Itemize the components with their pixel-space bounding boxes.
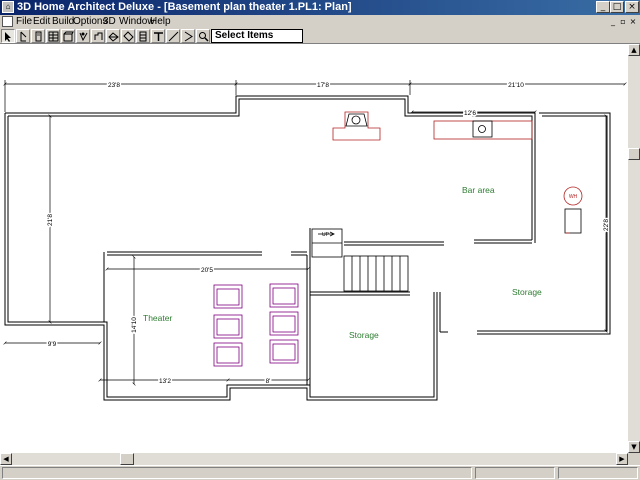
scroll-left-icon[interactable]: ◀ xyxy=(0,453,12,465)
close-icon[interactable]: × xyxy=(628,17,638,27)
menu-3d[interactable]: 3D xyxy=(103,16,116,28)
status-bar xyxy=(0,465,640,480)
menu-file[interactable]: File xyxy=(16,16,32,28)
maximize-icon[interactable]: □ xyxy=(610,1,624,13)
dim-top-right: 21'10 xyxy=(508,82,524,89)
status-field-2 xyxy=(475,467,555,479)
arrow-tool-icon[interactable] xyxy=(181,29,195,43)
menu-edit[interactable]: Edit xyxy=(33,16,50,28)
minimize-icon[interactable]: _ xyxy=(608,17,618,27)
line-tool-icon[interactable] xyxy=(166,29,180,43)
theater-seating[interactable] xyxy=(213,283,299,367)
horizontal-scrollbar[interactable]: ◀ ▶ xyxy=(0,453,628,465)
mode-indicator: Select Items xyxy=(211,29,303,43)
stairs-label: UP xyxy=(322,232,330,238)
fixture-tool-icon[interactable] xyxy=(76,29,90,43)
zoom-icon[interactable] xyxy=(196,29,210,43)
app-icon[interactable]: ⌂ xyxy=(2,1,14,13)
interior-walls xyxy=(103,228,532,385)
stairs xyxy=(311,228,409,292)
window-title: 3D Home Architect Deluxe - [Basement pla… xyxy=(17,1,352,13)
fireplace[interactable] xyxy=(332,111,381,141)
furniture-tool-icon[interactable] xyxy=(91,29,105,43)
roof-tool-icon[interactable] xyxy=(106,29,120,43)
menu-build[interactable]: Build xyxy=(52,16,74,28)
scroll-down-icon[interactable]: ▼ xyxy=(628,441,640,453)
plan-canvas[interactable]: UP 23'8 17'8 21'10 12'6 21'8 22'8 9'9 20… xyxy=(0,44,628,453)
title-bar: ⌂ 3D Home Architect Deluxe - [Basement p… xyxy=(0,0,640,15)
scroll-corner xyxy=(628,453,640,465)
toolbar: Select Items xyxy=(0,29,640,44)
dim-kitchen: 12'6 xyxy=(464,110,476,117)
dim-left-bottom: 9'9 xyxy=(48,341,57,348)
menu-help[interactable]: Help xyxy=(150,16,171,28)
kitchen-counter[interactable] xyxy=(433,120,533,140)
dim-top-left: 23'8 xyxy=(108,82,120,89)
select-arrow-icon[interactable] xyxy=(1,29,15,43)
floor-plan[interactable]: UP 23'8 17'8 21'10 12'6 21'8 22'8 9'9 20… xyxy=(0,44,628,453)
scroll-up-icon[interactable]: ▲ xyxy=(628,44,640,56)
room-label-bar: Bar area xyxy=(462,185,495,195)
document-icon[interactable] xyxy=(2,16,13,27)
wall-tool-icon[interactable] xyxy=(46,29,60,43)
restore-icon[interactable]: ▫ xyxy=(618,17,628,27)
dim-theater-width: 20'5 xyxy=(201,267,213,274)
draw-tool-icon[interactable] xyxy=(16,29,30,43)
room-label-theater: Theater xyxy=(143,313,172,323)
stairs-tool-icon[interactable] xyxy=(136,29,150,43)
menu-bar: File Edit Build Options 3D Window Help _… xyxy=(0,15,640,29)
close-icon[interactable]: × xyxy=(625,1,639,13)
cabinet-tool-icon[interactable] xyxy=(61,29,75,43)
dim-theater-bottom-right: 8' xyxy=(266,378,271,385)
dim-left-vertical: 21'8 xyxy=(47,214,54,226)
scroll-right-icon[interactable]: ▶ xyxy=(616,453,628,465)
minimize-icon[interactable]: _ xyxy=(596,1,610,13)
status-field-3 xyxy=(558,467,638,479)
room-label-storage-center: Storage xyxy=(349,330,379,340)
dim-right-vertical: 22'8 xyxy=(603,219,610,231)
water-heater-label: WH xyxy=(569,194,578,200)
text-tool-icon[interactable] xyxy=(151,29,165,43)
dim-top-mid: 17'8 xyxy=(317,82,329,89)
status-message-field xyxy=(2,467,472,479)
dim-theater-bottom-left: 13'2 xyxy=(159,378,171,385)
room-label-storage-right: Storage xyxy=(512,287,542,297)
dim-theater-depth: 14'10 xyxy=(131,317,138,333)
pointer-tool-icon[interactable] xyxy=(121,29,135,43)
horizontal-scroll-thumb[interactable] xyxy=(120,453,134,465)
vertical-scroll-thumb[interactable] xyxy=(628,148,640,160)
door-tool-icon[interactable] xyxy=(31,29,45,43)
vertical-scrollbar[interactable]: ▲ ▼ xyxy=(628,44,640,453)
